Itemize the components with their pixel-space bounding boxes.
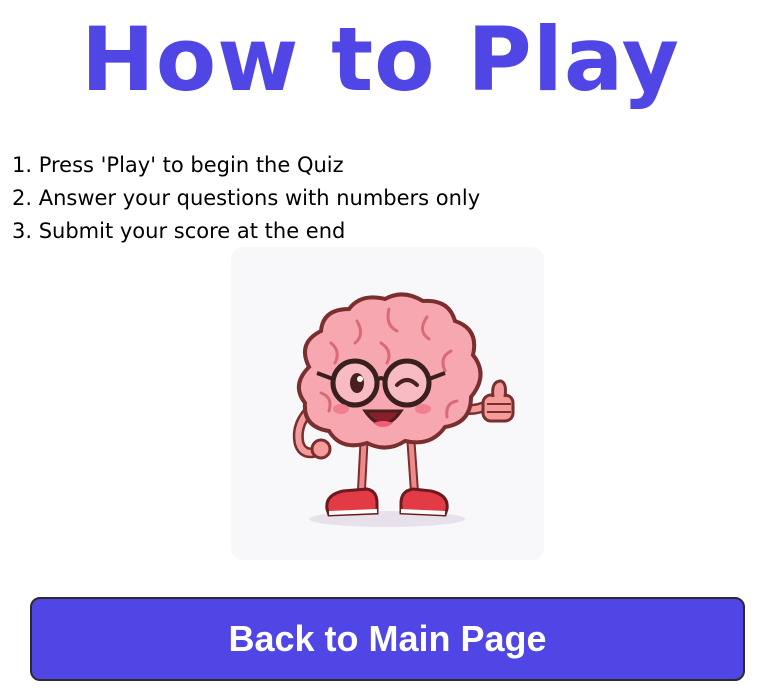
instruction-item: 2. Answer your questions with numbers on… (12, 186, 481, 210)
brain-mascot-icon (292, 292, 515, 527)
page-title: How to Play (81, 8, 680, 111)
instructions-list: 1. Press 'Play' to begin the Quiz 2. Ans… (12, 149, 480, 248)
instruction-item: 3. Submit your score at the end (12, 219, 346, 243)
back-to-main-page-button[interactable]: Back to Main Page (30, 597, 745, 681)
brain-mascot-image (231, 247, 544, 560)
instruction-item: 1. Press 'Play' to begin the Quiz (12, 153, 344, 177)
